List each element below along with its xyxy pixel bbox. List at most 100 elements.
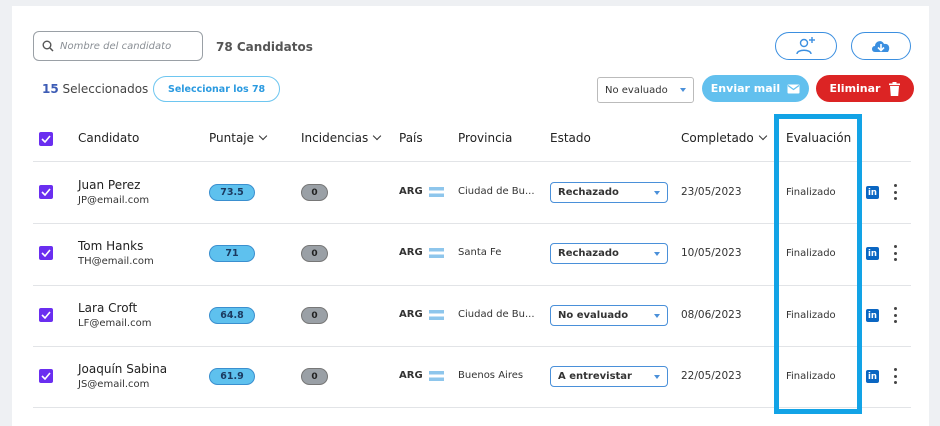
select-all-button[interactable]: Seleccionar los 78: [153, 76, 281, 102]
province-cell: Ciudad de Bu...: [458, 309, 535, 320]
row-checkbox[interactable]: [39, 246, 53, 260]
candidate-email: LF@email.com: [78, 318, 152, 329]
more-options-icon[interactable]: [893, 368, 897, 384]
filter-value: No evaluado: [605, 84, 668, 96]
selected-count: 15 Seleccionados: [42, 82, 148, 96]
chevron-down-icon: [654, 191, 660, 195]
header-puntaje[interactable]: Puntaje: [209, 131, 268, 145]
country-code: ARG: [399, 370, 423, 381]
sort-chevron-icon: [258, 131, 268, 141]
incidents-badge: 0: [301, 368, 328, 385]
checkmark-icon: [41, 188, 51, 196]
selected-number: 15: [42, 82, 59, 96]
send-mail-button[interactable]: Enviar mail: [702, 75, 809, 102]
linkedin-icon[interactable]: in: [866, 186, 879, 199]
incidents-badge: 0: [301, 307, 328, 324]
header-completado[interactable]: Completado: [681, 131, 768, 145]
country-cell: ARG: [399, 247, 444, 258]
completed-date: 10/05/2023: [681, 247, 742, 259]
add-candidate-button[interactable]: [775, 32, 837, 60]
header-provincia: Provincia: [458, 131, 512, 145]
status-value: A entrevistar: [558, 371, 632, 382]
header-pais: País: [399, 131, 423, 145]
header-incidencias-label: Incidencias: [301, 131, 369, 145]
search-icon: [42, 40, 54, 52]
selected-label: Seleccionados: [62, 82, 149, 96]
argentina-flag-icon: [428, 309, 444, 320]
candidate-email: JS@email.com: [78, 379, 150, 390]
chevron-down-icon: [654, 314, 660, 318]
status-select[interactable]: Rechazado: [550, 243, 668, 264]
incidents-badge: 0: [301, 184, 328, 201]
header-estado-label: Estado: [550, 131, 591, 145]
candidate-email: JP@email.com: [78, 195, 150, 206]
chevron-down-icon: [654, 375, 660, 379]
linkedin-icon[interactable]: in: [866, 370, 879, 383]
row-checkbox[interactable]: [39, 308, 53, 322]
status-value: Rechazado: [558, 187, 619, 198]
country-code: ARG: [399, 309, 423, 320]
incidents-badge: 0: [301, 245, 328, 262]
more-options-icon[interactable]: [893, 307, 897, 323]
status-value: Rechazado: [558, 248, 619, 259]
checkmark-icon: [41, 135, 51, 143]
sort-chevron-icon: [372, 131, 382, 141]
trash-icon: [889, 81, 901, 96]
candidate-email: TH@email.com: [78, 256, 154, 267]
header-completado-label: Completado: [681, 131, 754, 145]
evaluation-filter-select[interactable]: No evaluado: [597, 77, 694, 103]
send-mail-label: Enviar mail: [710, 82, 781, 95]
candidate-name[interactable]: Joaquín Sabina: [78, 362, 167, 376]
country-code: ARG: [399, 186, 423, 197]
select-all-checkbox[interactable]: [39, 132, 53, 146]
header-incidencias[interactable]: Incidencias: [301, 131, 382, 145]
status-select[interactable]: Rechazado: [550, 182, 668, 203]
country-code: ARG: [399, 247, 423, 258]
province-cell: Santa Fe: [458, 247, 502, 258]
chevron-down-icon: [654, 252, 660, 256]
delete-label: Eliminar: [829, 82, 881, 95]
header-puntaje-label: Puntaje: [209, 131, 255, 145]
row-checkbox[interactable]: [39, 185, 53, 199]
status-select[interactable]: No evaluado: [550, 305, 668, 326]
candidates-count: 78 Candidatos: [216, 40, 313, 54]
status-select[interactable]: A entrevistar: [550, 366, 668, 387]
header-estado: Estado: [550, 131, 591, 145]
header-provincia-label: Provincia: [458, 131, 513, 145]
checkmark-icon: [41, 311, 51, 319]
candidate-name[interactable]: Lara Croft: [78, 301, 137, 315]
province-cell: Buenos Aires: [458, 370, 524, 381]
header-candidato-label: Candidato: [78, 131, 140, 145]
mail-icon: [787, 84, 800, 93]
completed-date: 23/05/2023: [681, 186, 742, 198]
argentina-flag-icon: [428, 186, 444, 197]
more-options-icon[interactable]: [893, 184, 897, 200]
linkedin-icon[interactable]: in: [866, 247, 879, 260]
completed-date: 08/06/2023: [681, 309, 742, 321]
search-box[interactable]: [33, 31, 203, 61]
score-badge: 73.5: [209, 184, 255, 201]
sort-chevron-icon: [758, 131, 768, 141]
score-badge: 71: [209, 245, 255, 262]
checkmark-icon: [41, 249, 51, 257]
country-cell: ARG: [399, 186, 444, 197]
score-badge: 61.9: [209, 368, 255, 385]
completed-date: 22/05/2023: [681, 370, 742, 382]
checkmark-icon: [41, 372, 51, 380]
candidate-name[interactable]: Tom Hanks: [78, 239, 143, 253]
add-user-icon: [796, 37, 815, 55]
argentina-flag-icon: [428, 370, 444, 381]
province-cell: Ciudad de Bu...: [458, 186, 535, 197]
header-pais-label: País: [399, 131, 423, 145]
more-options-icon[interactable]: [893, 245, 897, 261]
linkedin-icon[interactable]: in: [866, 309, 879, 322]
candidate-name[interactable]: Juan Perez: [78, 178, 140, 192]
country-cell: ARG: [399, 309, 444, 320]
delete-button[interactable]: Eliminar: [816, 75, 914, 102]
download-button[interactable]: [851, 32, 911, 60]
row-checkbox[interactable]: [39, 369, 53, 383]
search-input[interactable]: [60, 40, 190, 52]
country-cell: ARG: [399, 370, 444, 381]
score-badge: 64.8: [209, 307, 255, 324]
cloud-download-icon: [872, 41, 890, 52]
